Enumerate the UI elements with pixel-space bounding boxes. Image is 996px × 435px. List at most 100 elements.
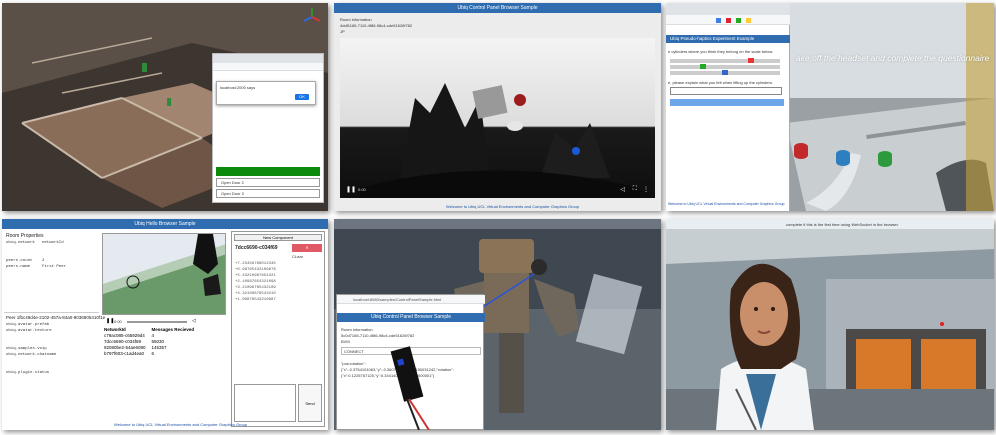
- table-row: b797f603-c1ad4ea0 6: [104, 351, 200, 357]
- fullscreen-icon[interactable]: ⛶: [633, 186, 637, 193]
- page-title: Ubiq Hello Browser Sample: [2, 219, 328, 229]
- log-line: +1.09876543210987: [235, 298, 276, 302]
- page-title: Ubiq Control Panel Browser Sample: [334, 3, 661, 13]
- prop-value: First Peer: [42, 265, 67, 269]
- table-cell: b797f603-c1ad4ea0: [104, 351, 145, 356]
- green-cylinder[interactable]: [878, 151, 892, 167]
- room-id: 4ddf1165-7110-4f86-98c4-cde51626f782: [340, 23, 413, 28]
- data-label: "pos:rotation":: [341, 361, 366, 366]
- log-line: +2.10987654321098: [235, 280, 276, 284]
- volume-icon[interactable]: ◁: [620, 186, 625, 193]
- log-line: +0.98765432109876: [235, 268, 276, 272]
- footer-text[interactable]: Welcome to Ubiq UCL Virtual Environments…: [446, 204, 579, 209]
- room-code: BVM: [341, 339, 350, 344]
- screenshot-grid: localhost:2000 says OK Open Door 2 Open …: [0, 0, 996, 435]
- room-properties-heading: Room Properties: [6, 233, 44, 239]
- peer-prop-key: ubiq.samples.voip: [6, 347, 47, 351]
- footer-text[interactable]: Welcome to Ubiq UCL Virtual Environments…: [668, 202, 784, 207]
- video-player[interactable]: ❚❚ 0:00 ◁ ⛶ ⋮: [340, 38, 655, 198]
- table-cell: 6: [151, 351, 155, 356]
- submit-button[interactable]: [670, 99, 784, 106]
- browser-address-bar[interactable]: localhost:8080/samples/ControlPanelSampl…: [337, 295, 485, 304]
- ext-icon[interactable]: [736, 18, 741, 23]
- peer-prop-key: ubiq.avatar.texture: [6, 329, 52, 333]
- ext-icon[interactable]: [716, 18, 721, 23]
- prop-key: ubiq.network: [6, 241, 35, 245]
- log-line: +5.43210987654321: [235, 274, 276, 278]
- divider: [4, 312, 99, 313]
- clear-button[interactable]: CLear: [292, 254, 303, 259]
- browser-toolbar[interactable]: [666, 15, 790, 25]
- video-time: 0:00: [358, 187, 366, 192]
- more-icon[interactable]: ⋮: [643, 186, 649, 193]
- room-info-label: Room information: [340, 17, 372, 22]
- browser-tabbar: [666, 3, 790, 15]
- ok-button[interactable]: OK: [295, 94, 309, 100]
- dialog-message: localhost:2000 says: [220, 85, 256, 90]
- new-component-button[interactable]: New Component: [234, 234, 322, 241]
- peer-heading: Peer 1fbc49d4e-2102-457a-84a0-9036905410…: [6, 315, 106, 320]
- browser-address-bar[interactable]: [213, 63, 323, 71]
- panel-control-video: Ubiq Control Panel Browser Sample Room i…: [334, 3, 661, 211]
- close-button[interactable]: ✕: [292, 244, 322, 252]
- url-text[interactable]: localhost:8080/samples/ControlPanelSampl…: [353, 297, 441, 302]
- seek-bar[interactable]: [127, 321, 187, 323]
- play-icon[interactable]: ❚❚: [346, 186, 356, 193]
- log-line: +3.21098765432109: [235, 286, 276, 290]
- page-title: Ubiq Pseudo-haptics Experiment Example: [666, 35, 790, 43]
- gizmo-icon: [303, 8, 321, 22]
- volume-icon[interactable]: ◁: [192, 318, 196, 324]
- log-line: +7.23456789012345: [235, 262, 276, 266]
- slider-knob[interactable]: [700, 64, 706, 69]
- open-door-3-button[interactable]: Open Door 3: [216, 189, 320, 198]
- ext-icon[interactable]: [726, 18, 731, 23]
- connect-label[interactable]: CONNECT: [344, 349, 364, 354]
- answer-input[interactable]: [670, 87, 782, 95]
- prop-key: peers.count: [6, 259, 33, 263]
- prop-value: networkId: [42, 241, 64, 245]
- panel-hello-browser: Ubiq Hello Browser Sample Room Propertie…: [2, 219, 328, 430]
- haptics-browser-window: Ubiq Pseudo-haptics Experiment Example e…: [666, 3, 790, 211]
- browser-top-bar: complete if this is the first time using…: [666, 219, 994, 229]
- prompt-1: e cylinders where you think they belong …: [668, 49, 774, 54]
- prop-value: 2: [42, 259, 45, 263]
- messages-table: NetworkId Messages Recieved c79ac085-c65…: [104, 327, 200, 357]
- log-line: +4.32109876543210: [235, 292, 276, 296]
- ext-icon[interactable]: [746, 18, 751, 23]
- component-id: 7dcc6690-c034f69: [235, 245, 278, 251]
- red-cylinder[interactable]: [794, 143, 808, 159]
- scene-canvas[interactable]: [102, 233, 226, 315]
- scene-render: [103, 234, 225, 314]
- peer-prop-key: ubiq.network.chatname: [6, 353, 57, 357]
- room-code: JP: [340, 29, 345, 34]
- video-time: 0:00: [114, 319, 122, 324]
- open-door-2-button[interactable]: Open Door 2: [216, 178, 320, 187]
- send-button[interactable]: Send: [298, 384, 322, 422]
- controller-device: [390, 346, 430, 430]
- open-door-1-button[interactable]: [216, 167, 320, 176]
- instruction-text: ake off the headset and complete the que…: [796, 53, 990, 63]
- slider-knob[interactable]: [722, 70, 728, 75]
- panel-haptics: ake off the headset and complete the que…: [666, 3, 994, 211]
- room-info-label: Room information: [341, 327, 373, 332]
- slider-green[interactable]: [670, 64, 780, 69]
- slider-knob[interactable]: [748, 58, 754, 63]
- slider-blue[interactable]: [670, 70, 780, 75]
- room-id: 5c0d7165-7110-4f86-98c4-cde51626f782: [341, 333, 415, 338]
- panel-doctor: complete if this is the first time using…: [666, 219, 994, 430]
- alert-dialog: localhost:2000 says OK: [216, 81, 316, 105]
- video-scene: [360, 83, 640, 198]
- slider-red[interactable]: [670, 58, 780, 63]
- page-title: Ubiq Control Panel Browser Sample: [337, 313, 485, 322]
- panel-door-scene: localhost:2000 says OK Open Door 2 Open …: [2, 3, 328, 211]
- prompt-2: e, please explain what you felt when lif…: [668, 80, 773, 85]
- component-panel: New Component 7dcc6690-c034f69 ✕ CLear +…: [231, 231, 325, 427]
- message-input[interactable]: [234, 384, 296, 422]
- footer-text[interactable]: Welcome to Ubiq UCL Virtual Environments…: [114, 422, 247, 427]
- doctor-avatar: [716, 263, 814, 430]
- browser-tabbar: [213, 54, 323, 63]
- peer-prop-key: ubiq.plugin.status: [6, 371, 50, 375]
- peer-prop-key: ubiq.avatar.prefab: [6, 323, 50, 327]
- panel-robot: localhost:8080/samples/ControlPanelSampl…: [334, 219, 661, 430]
- blue-cylinder[interactable]: [836, 150, 850, 166]
